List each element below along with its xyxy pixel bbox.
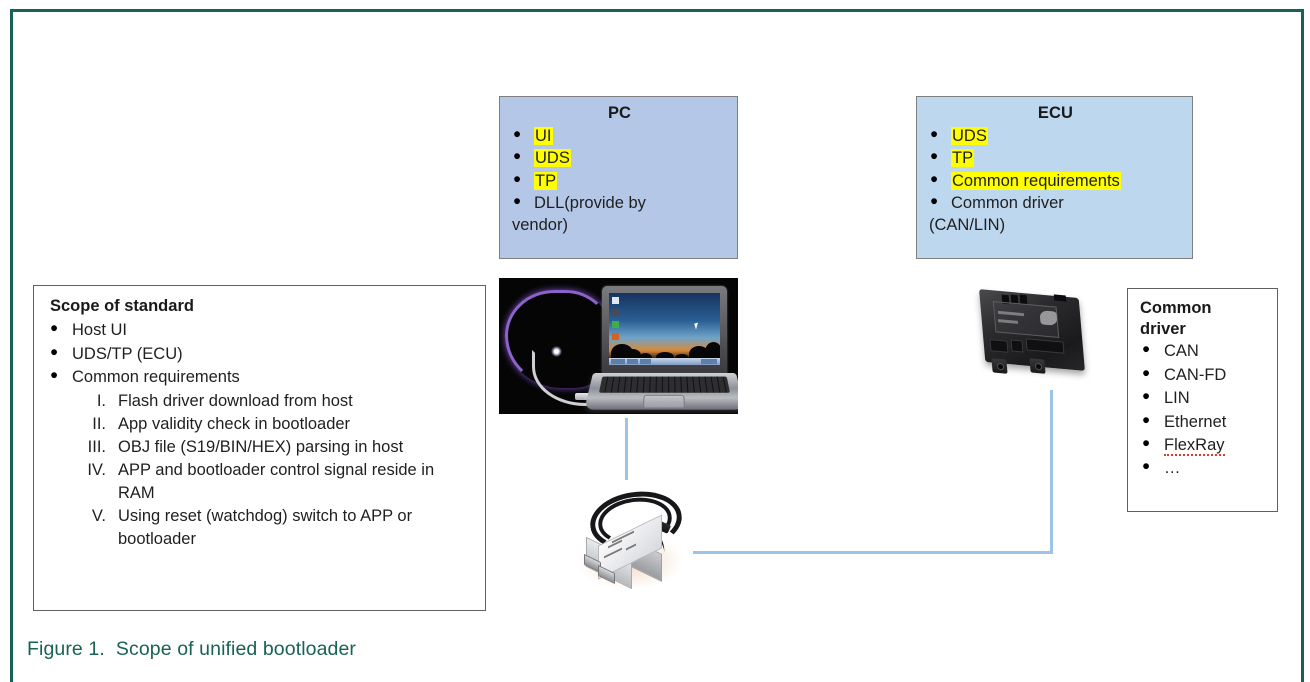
scope-list-item: Host UI	[48, 318, 473, 342]
ecu-item-label: Common requirements	[951, 171, 1121, 190]
ecu-module-mounting-tab	[991, 358, 1008, 374]
scope-numbered-item: IV. APP and bootloader control signal re…	[48, 459, 473, 505]
ecu-list-item: UDS	[929, 124, 1182, 147]
scope-box-title: Scope of standard	[50, 297, 194, 315]
laptop-keyboard	[598, 376, 731, 393]
common-driver-box-title: Common driver	[1140, 299, 1212, 338]
ecu-item-label: UDS	[951, 126, 988, 145]
pc-box-list: UI UDS TP DLL(provide by vendor)	[512, 124, 727, 237]
pc-item-label: DLL(provide by	[534, 193, 646, 212]
figure-border-right	[1301, 9, 1304, 682]
common-driver-box: Common driver CAN CAN-FD LIN Ethernet Fl…	[1127, 288, 1278, 512]
laptop-lid	[602, 286, 727, 374]
desktop-icon	[612, 333, 619, 340]
taskbar-button	[627, 359, 638, 364]
driver-list-item: Ethernet	[1140, 409, 1269, 434]
driver-item-label: CAN	[1164, 342, 1199, 361]
scope-numbered-item: I. Flash driver download from host	[48, 390, 473, 413]
laptop-screen	[609, 293, 720, 365]
scope-numbered-label: Using reset (watchdog) switch to APP or …	[118, 507, 413, 549]
scope-numbered-item: III. OBJ file (S19/BIN/HEX) parsing in h…	[48, 436, 473, 459]
pc-item-label: UI	[534, 126, 553, 145]
figure-container: PC UI UDS TP DLL(provide by vendor) ECU …	[0, 0, 1310, 682]
scope-numbered-list: I. Flash driver download from host II. A…	[48, 390, 473, 552]
figure-border-top	[10, 9, 1304, 12]
driver-item-label: LIN	[1164, 389, 1190, 408]
scope-numbered-label: App validity check in bootloader	[118, 414, 351, 433]
pc-item-label-continued: vendor)	[512, 216, 568, 235]
driver-item-label: …	[1164, 459, 1181, 478]
scope-item-label: Common requirements	[72, 367, 240, 386]
ecu-manufacturer-logo-icon	[1039, 310, 1058, 326]
laptop-photo	[499, 278, 738, 414]
common-driver-list: CAN CAN-FD LIN Ethernet FlexRay …	[1140, 339, 1269, 481]
laptop-base	[584, 373, 738, 410]
pc-list-item: UDS	[512, 146, 727, 169]
scope-numeral: II.	[92, 414, 106, 433]
ecu-list-item: Common requirements	[929, 168, 1182, 192]
pc-box: PC UI UDS TP DLL(provide by vendor)	[499, 96, 738, 259]
ecu-module-connector	[989, 339, 1009, 353]
mouse-cursor-icon	[694, 322, 700, 330]
connector-adapter-to-ecu-horizontal	[663, 551, 1053, 554]
scope-numbered-item: V. Using reset (watchdog) switch to APP …	[48, 505, 473, 551]
can-adapter-photo	[568, 486, 693, 594]
driver-item-label: FlexRay	[1164, 435, 1225, 456]
driver-list-item: CAN	[1140, 339, 1269, 363]
driver-list-item: CAN-FD	[1140, 363, 1269, 387]
ecu-box-list: UDS TP Common requirements Common driver…	[929, 124, 1182, 237]
ecu-module-photo	[968, 282, 1098, 390]
pc-item-label: TP	[534, 171, 558, 190]
ecu-item-label-continued: (CAN/LIN)	[929, 216, 1006, 235]
pc-list-item: DLL(provide by vendor)	[512, 191, 727, 237]
laptop-trackpad	[642, 394, 686, 409]
scope-numeral: IV.	[87, 461, 106, 479]
ecu-module-vent-icon	[1053, 294, 1067, 302]
scope-numeral: III.	[87, 437, 106, 456]
scope-numbered-label: OBJ file (S19/BIN/HEX) parsing in host	[118, 437, 404, 456]
scope-item-label: UDS/TP (ECU)	[72, 344, 183, 363]
desktop-icon	[612, 297, 619, 304]
ecu-list-item: TP	[929, 146, 1182, 169]
connector-adapter-to-ecu-vertical	[1050, 390, 1053, 554]
laptop-cable-spark-icon	[551, 346, 562, 357]
scope-numeral: V.	[91, 507, 106, 526]
figure-caption: Figure 1. Scope of unified bootloader	[27, 638, 357, 660]
ecu-item-label: Common driver	[951, 193, 1064, 212]
ecu-box: ECU UDS TP Common requirements Common dr…	[916, 96, 1193, 259]
pc-box-title: PC	[607, 104, 632, 122]
driver-item-label: CAN-FD	[1164, 365, 1227, 384]
desktop-icon	[612, 309, 619, 316]
scope-numbered-label: Flash driver download from host	[118, 391, 353, 410]
scope-list-item: Common requirements	[48, 365, 473, 389]
taskbar-button	[640, 359, 651, 364]
ecu-module-connector	[1010, 339, 1024, 353]
pc-list-item: TP	[512, 168, 727, 192]
scope-numbered-item: II. App validity check in bootloader	[48, 413, 473, 436]
pc-item-label: UDS	[534, 149, 571, 168]
scope-numbered-label: APP and bootloader control signal reside…	[118, 461, 435, 503]
driver-item-label: Ethernet	[1164, 412, 1227, 431]
taskbar	[609, 358, 720, 365]
figure-border-left	[10, 9, 13, 682]
scope-list-item: UDS/TP (ECU)	[48, 342, 473, 366]
driver-list-item: LIN	[1140, 386, 1269, 410]
scope-bullet-list: Host UI UDS/TP (ECU) Common requirements	[48, 318, 473, 389]
scope-numeral: I.	[96, 391, 106, 410]
taskbar-button	[611, 359, 625, 364]
driver-list-item: …	[1140, 456, 1269, 480]
scope-item-label: Host UI	[72, 321, 128, 340]
driver-list-item: FlexRay	[1140, 433, 1269, 457]
desktop-icon	[612, 321, 619, 328]
ecu-module-mounting-tab	[1029, 358, 1046, 374]
ecu-item-label: TP	[951, 149, 975, 168]
pc-list-item: UI	[512, 124, 727, 147]
ecu-box-title: ECU	[1037, 104, 1074, 122]
scope-of-standard-box: Scope of standard Host UI UDS/TP (ECU) C…	[33, 285, 486, 611]
taskbar-button	[701, 359, 717, 364]
ecu-list-item: Common driver (CAN/LIN)	[929, 191, 1182, 237]
connector-laptop-to-adapter	[625, 418, 628, 480]
